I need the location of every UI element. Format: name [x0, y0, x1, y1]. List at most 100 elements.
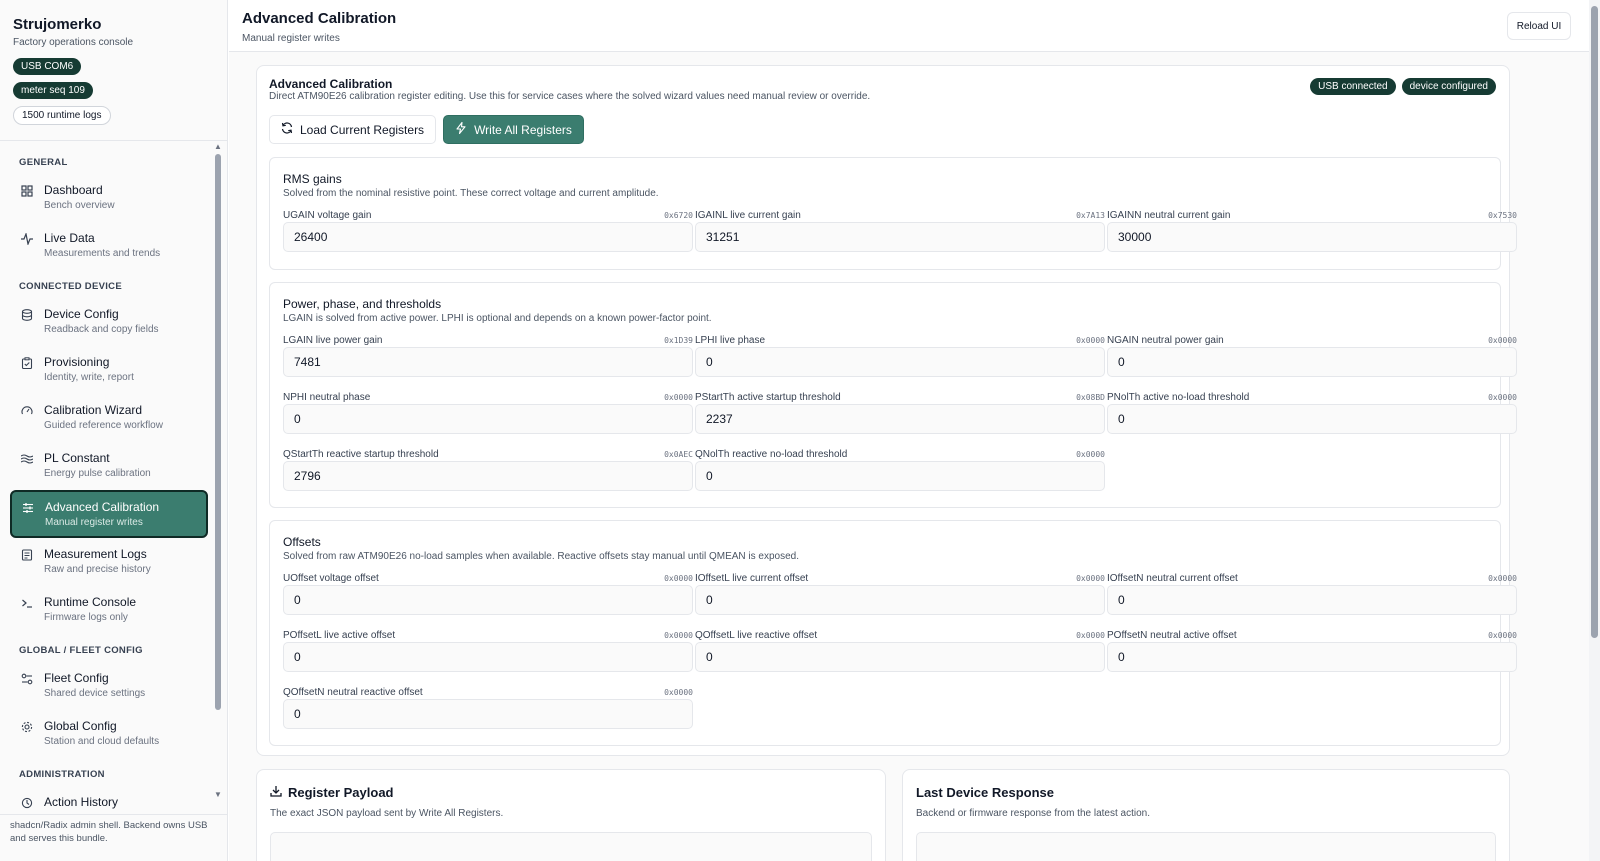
- sidebar-scroll-thumb[interactable]: [215, 154, 221, 710]
- pstartth-input[interactable]: [695, 404, 1105, 434]
- sidebar-nav: GENERAL Dashboard Bench overview Live Dat…: [0, 146, 218, 816]
- group-title: Power, phase, and thresholds: [283, 297, 442, 311]
- group-description: LGAIN is solved from active power. LPHI …: [283, 313, 712, 324]
- lgain-input[interactable]: [283, 347, 693, 377]
- sidebar-item-sublabel: Measurements and trends: [44, 248, 161, 259]
- igainl-input[interactable]: [695, 222, 1105, 252]
- sidebar-item-provisioning[interactable]: Provisioning Identity, write, report: [10, 346, 208, 394]
- nav-section-general: GENERAL: [19, 157, 68, 168]
- field-label: PNolTh active no-load threshold: [1107, 392, 1250, 403]
- field-label: UOffset voltage offset: [283, 573, 379, 584]
- ngain-input[interactable]: [1107, 347, 1517, 377]
- scroll-up-icon[interactable]: ▲: [214, 142, 222, 151]
- logs-icon: [20, 549, 34, 563]
- field-label: IGAINN neutral current gain: [1107, 210, 1231, 221]
- page-title: Advanced Calibration: [242, 10, 397, 27]
- pnolth-input[interactable]: [1107, 404, 1517, 434]
- ioffsetn-input[interactable]: [1107, 585, 1517, 615]
- sidebar-item-dashboard[interactable]: Dashboard Bench overview: [10, 174, 208, 222]
- qnolth-input[interactable]: [695, 461, 1105, 491]
- register-hex-value: 0x0000: [1076, 336, 1105, 345]
- register-hex-value: 0x1D39: [664, 336, 693, 345]
- sidebar-item-calibration-wizard[interactable]: Calibration Wizard Guided reference workf…: [10, 394, 208, 442]
- reload-ui-button[interactable]: Reload UI: [1507, 12, 1571, 40]
- field-label: NPHI neutral phase: [283, 392, 371, 403]
- meter-seq-badge: meter seq 109: [13, 82, 93, 99]
- sidebar-item-sublabel: Shared device settings: [44, 688, 146, 699]
- main-content: Advanced Calibration Direct ATM90E26 cal…: [229, 52, 1589, 861]
- ioffsetl-input[interactable]: [695, 585, 1105, 615]
- field-label: QOffsetN neutral reactive offset: [283, 687, 423, 698]
- field-label: QNolTh reactive no-load threshold: [695, 449, 848, 460]
- download-icon: [270, 785, 282, 800]
- nphi-input[interactable]: [283, 404, 693, 434]
- card-title: Register Payload: [270, 785, 394, 800]
- clipboard-icon: [20, 357, 34, 371]
- qstartth-input[interactable]: [283, 461, 693, 491]
- qoffsetn-input[interactable]: [283, 699, 693, 729]
- sidebar-item-sublabel: Manual register writes: [45, 517, 143, 528]
- sidebar-item-label: PL Constant: [44, 451, 110, 465]
- field-label: NGAIN neutral power gain: [1107, 335, 1224, 346]
- sidebar-item-label: Global Config: [44, 719, 117, 733]
- refresh-icon: [281, 122, 293, 137]
- poffsetn-input[interactable]: [1107, 642, 1517, 672]
- sidebar-item-label: Measurement Logs: [44, 547, 147, 561]
- usb-connected-badge: USB connected: [1310, 78, 1396, 95]
- uoffset-input[interactable]: [283, 585, 693, 615]
- card-actions: Load Current Registers Write All Registe…: [269, 115, 584, 144]
- advanced-calibration-card: Advanced Calibration Direct ATM90E26 cal…: [256, 65, 1517, 756]
- device-configured-badge: device configured: [1401, 78, 1496, 95]
- sidebar-item-action-history[interactable]: Action History: [10, 786, 208, 816]
- history-icon: [20, 797, 34, 811]
- waves-icon: [20, 453, 34, 467]
- sidebar-scrollbar[interactable]: ▲ ▼: [213, 142, 223, 812]
- sidebar-item-label: Action History: [44, 795, 119, 809]
- last-device-response-card: Last Device Response Backend or firmware…: [902, 769, 1510, 861]
- field-label: UGAIN voltage gain: [283, 210, 372, 221]
- sidebar-item-sublabel: Firmware logs only: [44, 612, 128, 623]
- register-hex-value: 0x7530: [1488, 211, 1517, 220]
- igainn-input[interactable]: [1107, 222, 1517, 252]
- register-hex-value: 0x6720: [664, 211, 693, 220]
- sidebar-item-device-config[interactable]: Device Config Readback and copy fields: [10, 298, 208, 346]
- poffsetl-input[interactable]: [283, 642, 693, 672]
- sidebar-item-sublabel: Guided reference workflow: [44, 420, 163, 431]
- sidebar-item-measurement-logs[interactable]: Measurement Logs Raw and precise history: [10, 538, 208, 586]
- group-description: Solved from raw ATM90E26 no-load samples…: [283, 551, 799, 562]
- register-hex-value: 0x0000: [1076, 631, 1105, 640]
- field-label: QStartTh reactive startup threshold: [283, 449, 439, 460]
- scroll-down-icon[interactable]: ▼: [214, 790, 222, 799]
- ugain-input[interactable]: [283, 222, 693, 252]
- sidebar-item-live-data[interactable]: Live Data Measurements and trends: [10, 222, 208, 270]
- sidebar-item-fleet-config[interactable]: Fleet Config Shared device settings: [10, 662, 208, 710]
- sidebar-item-global-config[interactable]: Global Config Station and cloud defaults: [10, 710, 208, 758]
- card-description: Backend or firmware response from the la…: [916, 808, 1150, 819]
- payload-json-box[interactable]: [270, 832, 872, 861]
- write-all-registers-button[interactable]: Write All Registers: [443, 115, 584, 144]
- page-scrollbar[interactable]: [1589, 0, 1600, 861]
- lphi-input[interactable]: [695, 347, 1105, 377]
- sidebar-item-runtime-console[interactable]: Runtime Console Firmware logs only: [10, 586, 208, 634]
- sliders-icon: [21, 502, 35, 516]
- sidebar-item-pl-constant[interactable]: PL Constant Energy pulse calibration: [10, 442, 208, 490]
- sidebar-item-label: Advanced Calibration: [45, 500, 160, 514]
- qoffsetl-input[interactable]: [695, 642, 1105, 672]
- sidebar-item-sublabel: Readback and copy fields: [44, 324, 159, 335]
- page-scroll-thumb[interactable]: [1591, 6, 1598, 638]
- register-hex-value: 0x0000: [664, 631, 693, 640]
- field-label: IGAINL live current gain: [695, 210, 801, 221]
- sidebar-divider: [0, 140, 227, 141]
- usb-port-badge: USB COM6: [13, 58, 82, 75]
- card-description: The exact JSON payload sent by Write All…: [270, 808, 504, 819]
- activity-icon: [20, 231, 34, 247]
- status-badges: USB connected device configured: [1310, 78, 1496, 95]
- response-box[interactable]: [916, 832, 1496, 861]
- sidebar-item-sublabel: Identity, write, report: [44, 372, 134, 383]
- register-hex-value: 0x0000: [1076, 450, 1105, 459]
- register-hex-value: 0x0000: [1488, 336, 1517, 345]
- sidebar-item-advanced-calibration[interactable]: Advanced Calibration Manual register writ…: [10, 490, 208, 538]
- load-current-registers-button[interactable]: Load Current Registers: [269, 115, 437, 144]
- register-hex-value: 0x0000: [1488, 631, 1517, 640]
- register-hex-value: 0x08BD: [1076, 393, 1105, 402]
